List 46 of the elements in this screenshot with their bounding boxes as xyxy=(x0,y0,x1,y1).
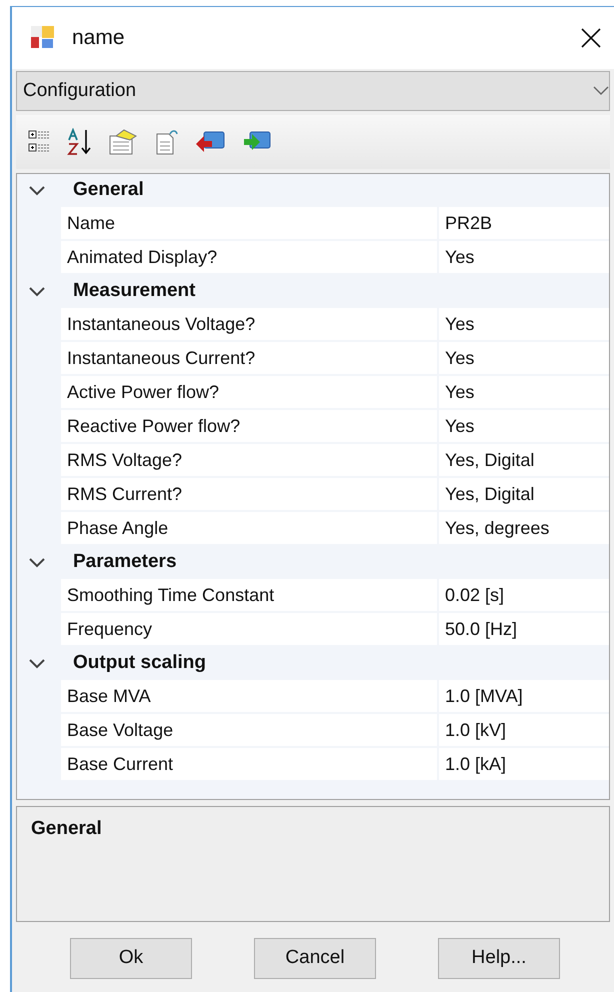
property-value[interactable]: Yes xyxy=(439,308,609,340)
property-value[interactable]: 0.02 [s] xyxy=(439,579,609,611)
property-value[interactable]: 1.0 [MVA] xyxy=(439,680,609,712)
description-title: General xyxy=(31,818,102,839)
property-value[interactable]: PR2B xyxy=(439,207,609,239)
property-value[interactable]: 1.0 [kV] xyxy=(439,714,609,746)
app-icon xyxy=(30,25,56,51)
window-title: name xyxy=(72,25,125,52)
property-value[interactable]: Yes xyxy=(439,410,609,442)
property-name: Smoothing Time Constant xyxy=(61,579,439,611)
category-header[interactable]: General xyxy=(17,174,609,207)
dialog-button[interactable]: Help... xyxy=(438,938,560,979)
property-value[interactable]: Yes xyxy=(439,342,609,374)
property-value[interactable]: Yes xyxy=(439,241,609,273)
property-name: Instantaneous Current? xyxy=(61,342,439,374)
property-value[interactable]: Yes, Digital xyxy=(439,478,609,510)
close-icon xyxy=(580,27,602,49)
property-value[interactable]: Yes, degrees xyxy=(439,512,609,544)
category-header[interactable]: Output scaling xyxy=(17,647,609,680)
property-name: Instantaneous Voltage? xyxy=(61,308,439,340)
property-name: RMS Current? xyxy=(61,478,439,510)
chevron-icon xyxy=(29,286,45,296)
property-name: Active Power flow? xyxy=(61,376,439,408)
property-value[interactable]: 50.0 [Hz] xyxy=(439,613,609,645)
category-header[interactable]: Measurement xyxy=(17,275,609,308)
property-name: Name xyxy=(61,207,439,239)
property-value[interactable]: Yes, Digital xyxy=(439,444,609,476)
document-icon[interactable] xyxy=(154,128,180,156)
property-name: Reactive Power flow? xyxy=(61,410,439,442)
property-name: Base MVA xyxy=(61,680,439,712)
property-value[interactable]: 1.0 [kA] xyxy=(439,748,609,780)
property-name: RMS Voltage? xyxy=(61,444,439,476)
chevron-icon xyxy=(29,186,45,196)
property-name: Base Current xyxy=(61,748,439,780)
chevron-down-icon xyxy=(593,86,609,96)
object-dropdown[interactable]: Configuration xyxy=(16,71,610,111)
chevron-icon xyxy=(29,558,45,568)
property-name: Phase Angle xyxy=(61,512,439,544)
property-name: Base Voltage xyxy=(61,714,439,746)
chevron-icon xyxy=(29,658,45,668)
property-name: Frequency xyxy=(61,613,439,645)
dialog-button[interactable]: Ok xyxy=(70,938,192,979)
dialog-button[interactable]: Cancel xyxy=(254,938,376,979)
category-header[interactable]: Parameters xyxy=(17,546,609,579)
property-value[interactable]: Yes xyxy=(439,376,609,408)
property-name: Animated Display? xyxy=(61,241,439,273)
